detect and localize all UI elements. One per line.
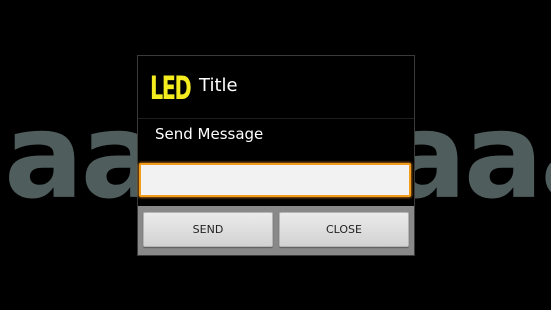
send-message-dialog: LED Title Send Message SEND CLOSE [137, 55, 415, 256]
close-button[interactable]: CLOSE [279, 212, 409, 247]
dialog-message: Send Message [155, 125, 264, 143]
message-input[interactable] [139, 163, 411, 197]
send-button[interactable]: SEND [143, 212, 273, 247]
app-screen: aaaaaaaaa LED Title Send Message SEND CL… [0, 0, 551, 310]
dialog-header: LED Title [138, 56, 414, 119]
led-app-icon: LED [150, 69, 192, 107]
dialog-title: Title [199, 75, 238, 96]
dialog-button-bar: SEND CLOSE [138, 206, 414, 255]
